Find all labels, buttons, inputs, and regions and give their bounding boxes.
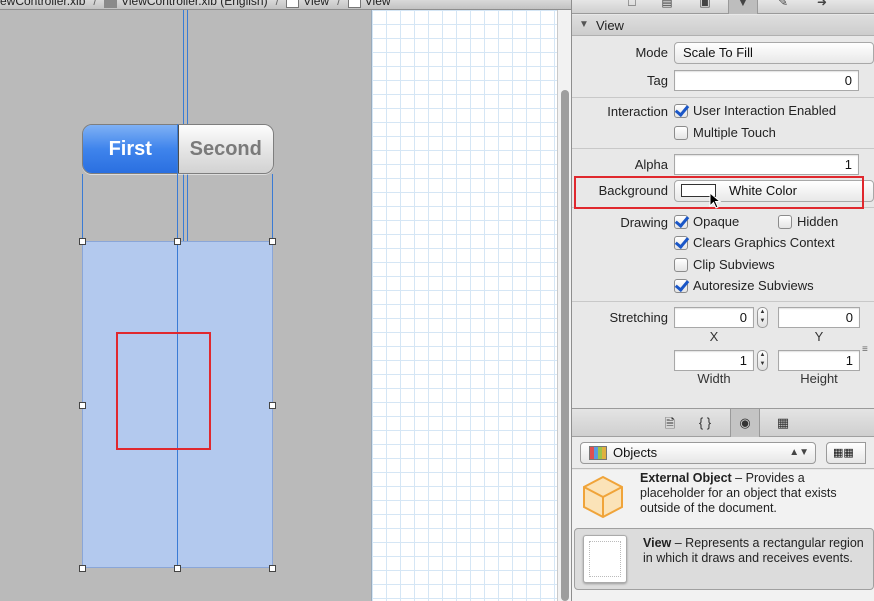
width-sublabel: Width xyxy=(697,371,731,386)
checkbox-label: Clears Graphics Context xyxy=(693,235,835,250)
checkbox-unchecked-icon xyxy=(674,257,688,272)
stretching-x-field[interactable]: 0 xyxy=(674,307,754,328)
disclosure-triangle-icon[interactable]: ▼ xyxy=(579,19,589,30)
checkbox-label: Hidden xyxy=(797,214,839,229)
checkbox-checked-icon xyxy=(674,278,688,293)
list-item[interactable]: View – Represents a rectangular region i… xyxy=(574,528,874,590)
checkbox-label: User Interaction Enabled xyxy=(693,103,837,118)
autoresize-subviews-checkbox[interactable]: Autoresize Subviews xyxy=(674,278,814,293)
stretching-label: Stretching xyxy=(609,310,668,325)
interaction-label: Interaction xyxy=(607,104,668,119)
tag-field[interactable]: 0 xyxy=(674,70,859,91)
checkbox-checked-icon xyxy=(674,214,688,229)
segmented-control[interactable]: First Second xyxy=(82,124,274,174)
library-category-popup[interactable]: Objects ▲▼ xyxy=(580,442,816,464)
breadcrumb-item[interactable]: View xyxy=(347,0,395,9)
library-filter-bar: Objects ▲▼ ▦▦ xyxy=(572,437,874,469)
split-view-grip-icon[interactable]: ≡ xyxy=(862,344,868,355)
xib-file-icon xyxy=(104,0,118,9)
resize-handle-top-left[interactable] xyxy=(79,238,86,245)
resize-handle-right[interactable] xyxy=(269,402,276,409)
resize-handle-bottom[interactable] xyxy=(174,565,181,572)
stretching-x-stepper[interactable]: ▲ ▼ xyxy=(757,307,768,328)
y-sublabel: Y xyxy=(814,329,824,344)
stretching-y-field[interactable]: 0 xyxy=(778,307,860,328)
alpha-field[interactable]: 1 xyxy=(674,154,859,175)
mouse-cursor-icon xyxy=(709,192,722,209)
hidden-checkbox[interactable]: Hidden xyxy=(778,214,838,229)
stretching-width-field[interactable]: 1 xyxy=(674,350,754,371)
breadcrumb-item[interactable]: View xyxy=(286,0,333,9)
code-snippet-icon[interactable]: { } xyxy=(690,415,720,430)
resize-handle-top-right[interactable] xyxy=(269,238,276,245)
opaque-checkbox[interactable]: Opaque xyxy=(674,214,739,229)
annotation-red-box xyxy=(116,332,211,450)
help-inspector-icon[interactable]: ▤ xyxy=(652,0,682,9)
view-section-header[interactable]: ▼ View xyxy=(572,15,874,36)
divider xyxy=(572,301,874,302)
library-tab-bar: 🗎 { } ◉ ▦ xyxy=(572,408,874,437)
guide-line xyxy=(82,174,83,241)
jump-bar: ewController.xib / ViewController.xib (En… xyxy=(0,0,571,10)
divider xyxy=(572,148,874,149)
alpha-label: Alpha xyxy=(634,157,668,172)
view-object-icon xyxy=(583,535,627,583)
resize-handle-left[interactable] xyxy=(79,402,86,409)
grid-view-toggle[interactable]: ▦▦ xyxy=(826,442,866,464)
guide-line xyxy=(272,174,273,241)
category-label: Objects xyxy=(613,445,658,460)
checkbox-checked-icon xyxy=(674,235,688,250)
checkbox-label: Multiple Touch xyxy=(693,125,776,140)
scrollbar-thumb[interactable] xyxy=(561,90,569,601)
breadcrumb-item[interactable]: ViewController.xib (English) xyxy=(104,0,272,9)
objects-icon xyxy=(589,446,607,460)
inspector-toolbar: □ ▤ ▣ ▼ ✎ ➜ xyxy=(572,0,874,14)
clears-graphics-context-checkbox[interactable]: Clears Graphics Context xyxy=(674,235,835,250)
height-sublabel: Height xyxy=(800,371,838,386)
checkbox-label: Clip Subviews xyxy=(693,257,775,272)
popup-arrows-icon: ▲▼ xyxy=(789,447,809,458)
list-item[interactable]: External Object – Provides a placeholder… xyxy=(572,470,874,532)
identity-inspector-icon[interactable]: ▣ xyxy=(690,0,720,9)
size-inspector-icon[interactable]: ✎ xyxy=(768,0,798,9)
list-item-description: View – Represents a rectangular region i… xyxy=(643,536,864,565)
section-title: View xyxy=(596,18,624,33)
tag-label: Tag xyxy=(647,73,668,88)
list-item-description: External Object – Provides a placeholder… xyxy=(640,471,837,515)
checkbox-unchecked-icon xyxy=(674,125,688,140)
view-icon xyxy=(347,0,361,9)
resize-handle-top[interactable] xyxy=(174,238,181,245)
checkbox-checked-icon xyxy=(674,103,688,118)
view-icon xyxy=(286,0,300,9)
user-interaction-checkbox[interactable]: User Interaction Enabled xyxy=(674,103,836,118)
breadcrumb-item[interactable]: ewController.xib xyxy=(0,0,89,8)
drawing-label: Drawing xyxy=(620,215,668,230)
file-template-icon[interactable]: 🗎 xyxy=(655,415,685,437)
object-library-icon[interactable]: ◉ xyxy=(730,409,760,437)
checkbox-label: Autoresize Subviews xyxy=(693,278,814,293)
object-library-list: External Object – Provides a placeholder… xyxy=(572,470,874,601)
file-inspector-icon[interactable]: □ xyxy=(617,0,647,9)
canvas-vertical-scrollbar[interactable] xyxy=(557,10,571,601)
stretching-width-stepper[interactable]: ▲ ▼ xyxy=(757,350,768,371)
checkbox-unchecked-icon xyxy=(778,214,792,229)
guide-line xyxy=(177,124,178,241)
clip-subviews-checkbox[interactable]: Clip Subviews xyxy=(674,257,775,272)
attributes-inspector-icon[interactable]: ▼ xyxy=(728,0,758,14)
mode-popup[interactable]: Scale To Fill xyxy=(674,42,874,64)
multiple-touch-checkbox[interactable]: Multiple Touch xyxy=(674,125,776,140)
media-library-icon[interactable]: ▦ xyxy=(768,415,798,431)
checkbox-label: Opaque xyxy=(693,214,740,229)
segment-first[interactable]: First xyxy=(83,125,179,173)
mode-label: Mode xyxy=(635,45,668,60)
divider xyxy=(572,97,874,98)
stretching-height-field[interactable]: 1 xyxy=(778,350,860,371)
resize-handle-bottom-right[interactable] xyxy=(269,565,276,572)
connections-inspector-icon[interactable]: ➜ xyxy=(807,0,837,9)
canvas-grid-area[interactable] xyxy=(371,10,557,601)
x-sublabel: X xyxy=(709,329,719,344)
segment-second[interactable]: Second xyxy=(178,125,273,173)
external-object-cube-icon xyxy=(583,475,623,519)
resize-handle-bottom-left[interactable] xyxy=(79,565,86,572)
